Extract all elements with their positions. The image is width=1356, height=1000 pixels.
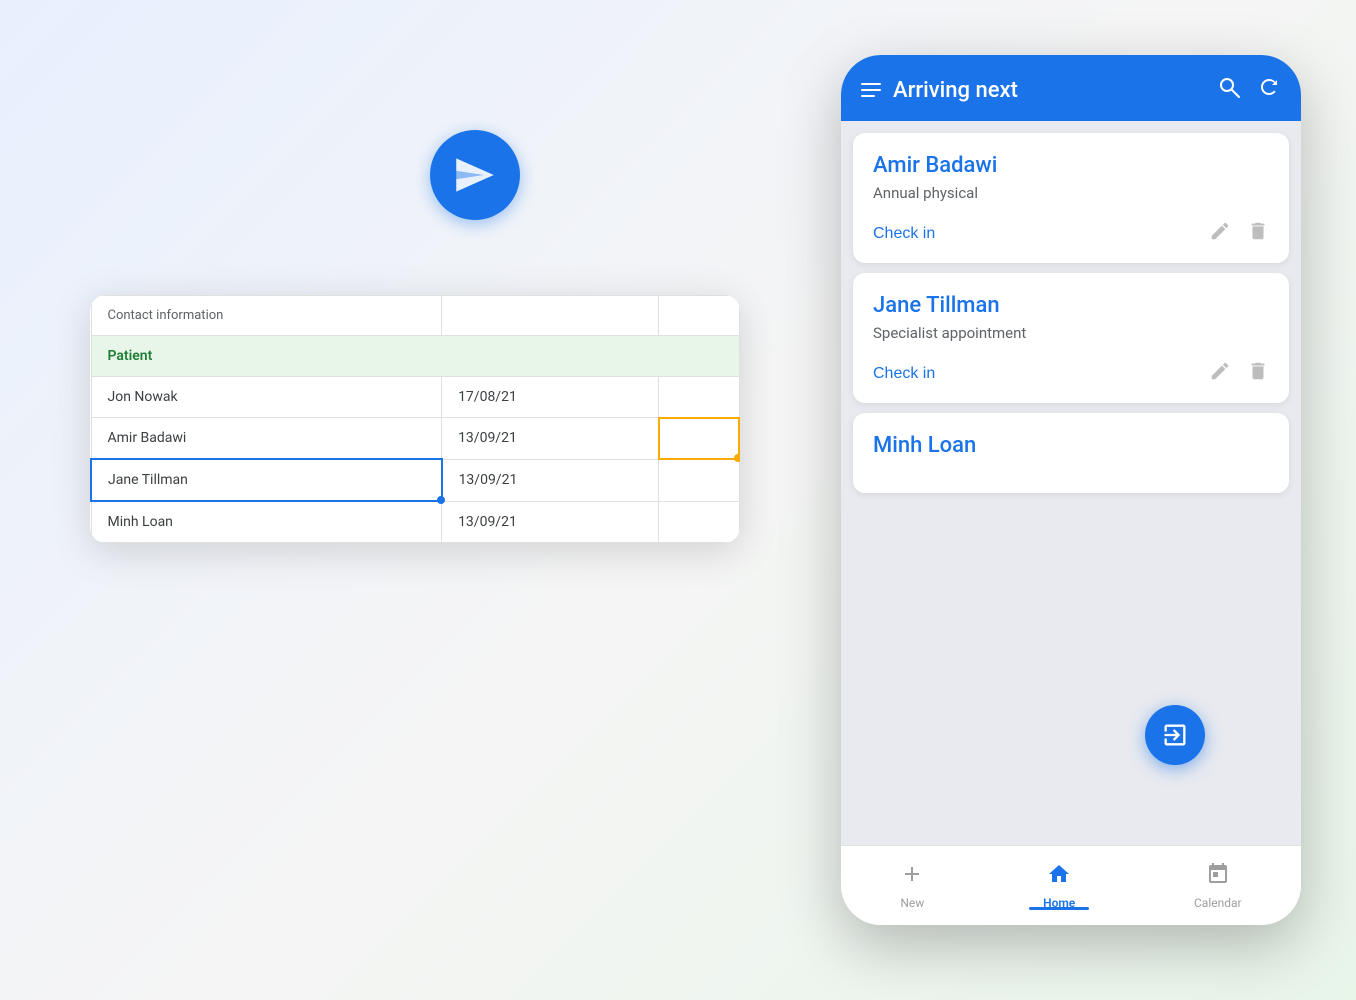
paper-plane-icon <box>450 150 500 200</box>
phone-bottom-nav: New Home Calendar <box>841 845 1301 925</box>
fab-button[interactable] <box>1145 705 1205 765</box>
patient-date[interactable]: 13/09/21 <box>442 459 659 501</box>
phone-content: Amir Badawi Annual physical Check in Jan… <box>841 121 1301 851</box>
appointment-actions-1: Check in <box>873 220 1269 247</box>
hamburger-line-3 <box>861 95 875 97</box>
new-icon <box>900 862 924 892</box>
table-header-row: Contact information <box>91 296 739 336</box>
patient-name[interactable]: Jon Nowak <box>91 377 442 418</box>
card-action-icons-1 <box>1209 220 1269 247</box>
home-icon <box>1047 862 1071 892</box>
card-action-icons-2 <box>1209 360 1269 387</box>
check-in-button-1[interactable]: Check in <box>873 225 935 243</box>
patient-name-1: Amir Badawi <box>873 153 1269 178</box>
patient-extra[interactable] <box>659 459 739 501</box>
patient-extra[interactable] <box>659 501 739 543</box>
nav-item-calendar[interactable]: Calendar <box>1194 862 1242 910</box>
yellow-dot <box>734 454 740 462</box>
section-patient: Patient <box>91 336 739 377</box>
hamburger-line-2 <box>861 89 881 91</box>
patient-date[interactable]: 17/08/21 <box>442 377 659 418</box>
checkin-fab-icon <box>1161 721 1189 749</box>
refresh-icon[interactable] <box>1257 75 1281 105</box>
patient-name-selected[interactable]: Jane Tillman <box>91 459 442 501</box>
col-extra <box>659 296 739 336</box>
patient-table: Contact information Patient Jon Nowak 17… <box>90 295 740 543</box>
app-logo <box>430 130 520 220</box>
nav-item-home[interactable]: Home <box>1043 862 1075 910</box>
nav-label-new: New <box>900 896 924 910</box>
nav-label-calendar: Calendar <box>1194 896 1242 910</box>
patient-name[interactable]: Amir Badawi <box>91 418 442 460</box>
appointment-card-1: Amir Badawi Annual physical Check in <box>853 133 1289 263</box>
table-row: Amir Badawi 13/09/21 <box>91 418 739 460</box>
appointment-type-2: Specialist appointment <box>873 324 1269 342</box>
appointment-card-2: Jane Tillman Specialist appointment Chec… <box>853 273 1289 403</box>
phone-header-icons <box>1217 75 1281 105</box>
menu-icon[interactable] <box>861 83 881 97</box>
calendar-icon <box>1206 862 1230 892</box>
spreadsheet-card: Contact information Patient Jon Nowak 17… <box>90 295 740 543</box>
table-row: Jon Nowak 17/08/21 <box>91 377 739 418</box>
edit-icon-1[interactable] <box>1209 220 1231 247</box>
phone-header-left: Arriving next <box>861 78 1018 103</box>
delete-icon-2[interactable] <box>1247 360 1269 387</box>
col-date <box>442 296 659 336</box>
blue-dot <box>437 496 445 504</box>
phone-header: Arriving next <box>841 55 1301 121</box>
patient-extra-yellow[interactable] <box>659 418 739 460</box>
search-icon[interactable] <box>1217 75 1241 105</box>
delete-icon-1[interactable] <box>1247 220 1269 247</box>
patient-name-2: Jane Tillman <box>873 293 1269 318</box>
col-contact: Contact information <box>91 296 442 336</box>
nav-item-new[interactable]: New <box>900 862 924 910</box>
hamburger-line-1 <box>861 83 881 85</box>
patient-name[interactable]: Minh Loan <box>91 501 442 543</box>
table-row: Minh Loan 13/09/21 <box>91 501 739 543</box>
table-row: Jane Tillman 13/09/21 <box>91 459 739 501</box>
patient-extra[interactable] <box>659 377 739 418</box>
edit-icon-2[interactable] <box>1209 360 1231 387</box>
phone-title: Arriving next <box>893 78 1018 103</box>
appointment-actions-2: Check in <box>873 360 1269 387</box>
patient-date[interactable]: 13/09/21 <box>442 418 659 460</box>
patient-date[interactable]: 13/09/21 <box>442 501 659 543</box>
patient-name-3: Minh Loan <box>873 433 1269 458</box>
appointment-type-1: Annual physical <box>873 184 1269 202</box>
check-in-button-2[interactable]: Check in <box>873 365 935 383</box>
nav-active-indicator <box>1029 907 1089 910</box>
phone-mockup: Arriving next Amir Badawi Annual physica… <box>841 55 1301 925</box>
section-label: Patient <box>91 336 739 377</box>
appointment-card-3: Minh Loan <box>853 413 1289 493</box>
